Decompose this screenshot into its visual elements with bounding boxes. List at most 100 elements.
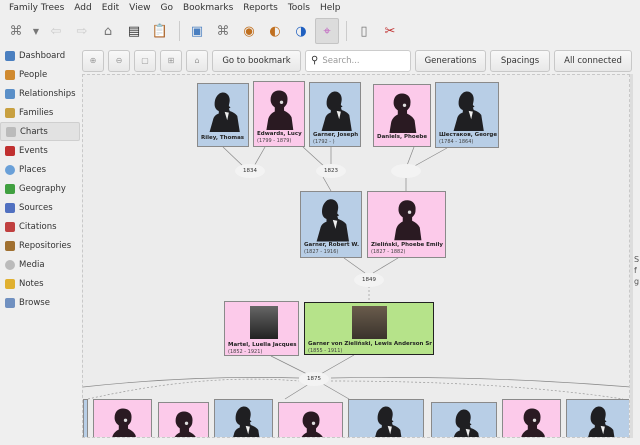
generations-button[interactable]: Generations [415, 49, 486, 72]
person-box-daniels-phoebe[interactable]: Daniels, Phoebe [373, 84, 431, 147]
person-box-child[interactable] [214, 399, 273, 438]
person-box-riley-thomas[interactable]: Riley, Thomas [197, 83, 249, 147]
family-node[interactable]: 1823 [316, 164, 346, 178]
clipped-text-line: g [634, 277, 640, 286]
person-box-child[interactable] [348, 399, 424, 437]
dropdown-arrow-icon[interactable]: ▼ [30, 18, 42, 44]
sidebar-item-label: Notes [19, 278, 44, 289]
person-dates: (1827 - 1916) [304, 249, 339, 255]
vertical-scrollbar[interactable] [630, 74, 633, 438]
zoom-normal-icon[interactable]: ▢ [134, 49, 156, 72]
male-silhouette-icon [317, 89, 353, 131]
all-connected-button[interactable]: All connected [554, 49, 632, 72]
tree-view-icon[interactable]: ⌘ [4, 18, 28, 44]
spacings-button[interactable]: Spacings [490, 49, 550, 72]
home-icon[interactable]: ⌂ [96, 18, 120, 44]
menu-bookmarks[interactable]: Bookmarks [178, 3, 238, 13]
pedigree-icon[interactable]: ⌘ [211, 18, 235, 44]
male-silhouette-icon [226, 404, 262, 438]
family-icon [5, 107, 15, 118]
person-box-child[interactable] [278, 402, 343, 437]
person-name: Garner, Robert W. [304, 242, 360, 248]
male-silhouette-icon [446, 407, 482, 438]
note-icon[interactable]: ▯ [352, 18, 376, 44]
family-node[interactable]: 1849 [354, 273, 384, 287]
sidebar-item-label: Repositories [19, 240, 72, 251]
person-box-shestakov-george[interactable]: Шестаков, George (1784 - 1864) [435, 82, 499, 148]
forward-icon[interactable]: ⇨ [70, 18, 94, 44]
sidebar-item-repositories[interactable]: Repositories [0, 236, 80, 255]
sidebar-item-media[interactable]: Media [0, 255, 80, 274]
zoom-in-icon[interactable]: ⊕ [82, 49, 104, 72]
search-input[interactable]: ⚲ Search... [305, 49, 411, 72]
sidebar-item-geography[interactable]: Geography [0, 179, 80, 198]
sidebar-item-relationships[interactable]: Relationships [0, 84, 80, 103]
zoom-out-icon[interactable]: ⊖ [108, 49, 130, 72]
person-name: Riley, Thomas [201, 135, 245, 141]
sidebar-item-charts[interactable]: Charts [0, 122, 80, 141]
menu-reports[interactable]: Reports [238, 3, 283, 13]
clipped-text-line: S [634, 255, 640, 264]
sidebar-item-events[interactable]: Events [0, 141, 80, 160]
back-icon[interactable]: ⇦ [44, 18, 68, 44]
person-dates: (1855 - 1911) [308, 348, 343, 354]
map-icon [5, 183, 15, 194]
sidebar-item-citations[interactable]: Citations [0, 217, 80, 236]
sidebar-item-places[interactable]: Places [0, 160, 80, 179]
male-silhouette-icon [205, 90, 241, 132]
person-box-edwards-lucy[interactable]: Edwards, Lucy (1799 - 1879) [253, 81, 305, 147]
male-silhouette-icon [581, 404, 617, 438]
menu-add[interactable]: Add [69, 3, 96, 13]
home-person-icon[interactable]: ⌂ [186, 49, 208, 72]
person-box-zielinski-phoebe[interactable]: Zieliński, Phoebe Emily (1827 - 1882) [367, 191, 446, 258]
person-box-martel-luella[interactable]: Martel, Luella Jacques (1852 - 1921) [224, 301, 299, 356]
person-box-child[interactable] [566, 399, 629, 438]
family-node[interactable]: 1834 [235, 164, 265, 178]
sidebar-item-people[interactable]: People [0, 65, 80, 84]
sidebar-item-label: Browse [19, 297, 50, 308]
menu-family-trees[interactable]: Family Trees [4, 3, 69, 13]
female-silhouette-icon [262, 88, 296, 130]
family-node[interactable] [391, 164, 421, 178]
person-box-garner-joseph[interactable]: Garner, Joseph (1792 - ) [309, 82, 361, 147]
sidebar-item-families[interactable]: Families [0, 103, 80, 122]
two-way-fan-icon[interactable]: ◑ [289, 18, 313, 44]
person-dates: (1827 - 1882) [371, 249, 406, 255]
sidebar-item-sources[interactable]: Sources [0, 198, 80, 217]
sidebar-item-browse[interactable]: Browse [0, 293, 80, 312]
person-box-child[interactable] [431, 402, 497, 438]
descendant-fan-icon[interactable]: ◐ [263, 18, 287, 44]
dashboard-view-icon[interactable]: ▣ [185, 18, 209, 44]
person-box-child[interactable] [158, 402, 209, 437]
graph-view-icon[interactable]: ⌖ [315, 18, 339, 44]
menu-tools[interactable]: Tools [283, 3, 315, 13]
menu-edit[interactable]: Edit [97, 3, 124, 13]
person-box-child[interactable] [83, 399, 88, 437]
sidebar-item-notes[interactable]: Notes [0, 274, 80, 293]
family-node[interactable]: 1875 [299, 372, 329, 386]
fit-icon[interactable]: ⊞ [160, 49, 182, 72]
female-silhouette-icon [106, 406, 140, 438]
sidebar-item-dashboard[interactable]: Dashboard [0, 46, 80, 65]
menu-view[interactable]: View [124, 3, 155, 13]
sidebar-item-label: Places [19, 164, 47, 175]
go-to-bookmark-button[interactable]: Go to bookmark [212, 49, 301, 72]
clipped-text-line: f [634, 266, 637, 275]
clipboard-icon[interactable]: 📋 [148, 18, 172, 44]
fan-chart-icon[interactable]: ◉ [237, 18, 261, 44]
sidebar-item-label: People [19, 69, 48, 80]
search-placeholder: Search... [322, 55, 360, 66]
male-silhouette-icon [313, 196, 349, 242]
person-box-garner-robert[interactable]: Garner, Robert W. (1827 - 1916) [300, 191, 362, 258]
scissors-icon[interactable]: ✂ [378, 18, 402, 44]
person-box-child[interactable] [93, 399, 152, 438]
person-box-child[interactable] [502, 399, 561, 437]
menu-help[interactable]: Help [315, 3, 346, 13]
sidebar-item-label: Relationships [19, 88, 76, 99]
graph-canvas[interactable]: Riley, Thomas Edwards, Lucy (1799 - 1879… [82, 74, 630, 438]
menu-go[interactable]: Go [156, 3, 178, 13]
person-box-garner-lewis-active[interactable]: Garner von Zieliński, Lewis Anderson Sr … [304, 302, 434, 355]
print-icon[interactable]: ▤ [122, 18, 146, 44]
clipped-sidebar-text: S f g [634, 254, 639, 287]
person-dates: (1792 - ) [313, 139, 335, 145]
